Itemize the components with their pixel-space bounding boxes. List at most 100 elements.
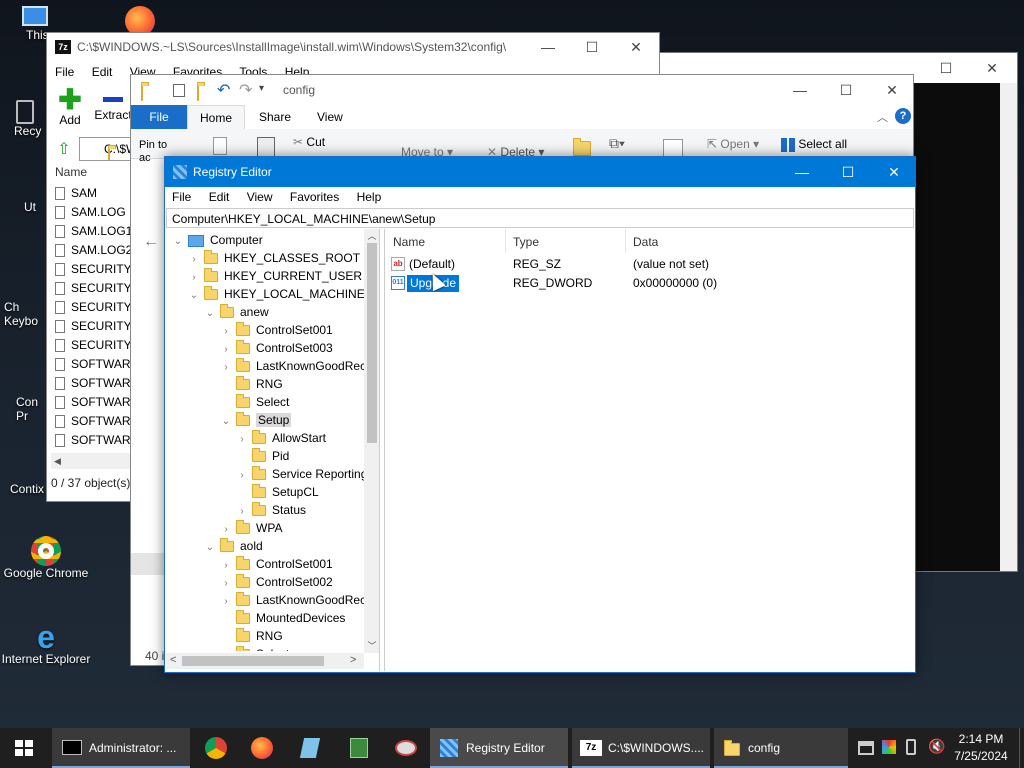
console-scrollbar[interactable] [1000,83,1017,571]
tab-home[interactable]: Home [187,105,245,130]
tree-node[interactable]: Select [166,645,289,651]
clock[interactable]: 2:14 PM 7/25/2024 [950,731,1012,765]
taskbar-firefox[interactable] [246,728,278,768]
tree-hscroll-left[interactable]: < [170,654,176,666]
column-header-name[interactable]: Name [393,235,425,249]
sevenzip-menu-file[interactable]: File [55,65,74,79]
copy-icon[interactable] [213,137,227,155]
file-row[interactable]: SECURITY.L [51,279,131,298]
tree-node[interactable]: › LastKnownGoodRec [166,357,366,375]
back-arrow-icon[interactable]: ← [143,233,159,251]
select-all-button[interactable]: Select all [781,137,847,152]
sevenzip-up-button[interactable]: ⇧ [53,139,75,161]
file-row[interactable]: SAM.LOG1 [51,222,131,241]
tree-node[interactable]: Select [166,393,289,411]
desktop-icon-contix[interactable]: Contix [0,482,50,496]
desktop-icon-utilities[interactable]: Ut [0,200,50,214]
console-maximize-button[interactable]: ☐ [923,53,969,83]
file-row[interactable]: SECURITY.S [51,336,131,355]
tree-node[interactable]: › WPA [166,519,282,537]
regedit-minimize-button[interactable]: — [779,157,825,187]
regedit-menu-edit[interactable]: Edit [209,190,230,204]
sevenzip-add-button[interactable]: ✚ Add [55,86,85,128]
tray-color-icon[interactable] [882,740,896,754]
help-icon[interactable]: ? [895,108,911,124]
regedit-menu-help[interactable]: Help [357,190,382,204]
sevenzip-minimize-button[interactable]: — [525,33,571,61]
taskbar-app-green[interactable] [342,728,374,768]
taskbar-item-sevenzip[interactable]: 7z C:\$WINDOWS.... [572,728,710,768]
show-desktop-button[interactable] [1019,728,1024,768]
cut-button[interactable]: ✂ Cut [293,135,325,149]
registry-value-row-selected[interactable]: 011 Upgrade REG_DWORD 0x00000000 (0) [385,274,914,293]
sevenzip-menu-edit[interactable]: Edit [92,65,113,79]
console-close-button[interactable]: ✕ [969,53,1015,83]
taskbar-item-regedit[interactable]: Registry Editor [430,728,568,768]
tree-vscroll-down[interactable]: ﹀ [364,639,379,653]
regedit-close-button[interactable]: ✕ [871,157,917,187]
explorer-close-button[interactable]: ✕ [869,75,915,105]
taskbar-app-tool[interactable] [390,728,422,768]
tree-node[interactable]: › HKEY_CURRENT_USER [166,267,362,285]
sevenzip-hscroll[interactable]: ◀ [51,453,131,469]
new-folder-big-icon[interactable] [573,138,591,156]
regedit-menu-file[interactable]: File [172,190,191,204]
desktop-icon-chrome[interactable]: Google Chrome [0,536,92,580]
taskbar-item-explorer[interactable]: config [714,728,848,768]
column-header-type[interactable]: Type [513,235,539,249]
redo-icon[interactable]: ↷ [239,80,252,100]
properties-big-icon[interactable]: ⧉▾ [609,135,625,152]
tree-vscroll-thumb[interactable] [367,243,377,443]
tree-node[interactable]: SetupCL [166,483,319,501]
tree-node[interactable]: › Service Reporting [166,465,366,483]
file-row[interactable]: SECURITY [51,260,131,279]
taskbar-notepad[interactable] [294,728,326,768]
column-header-data[interactable]: Data [633,235,658,249]
file-row[interactable]: SECURITY.L [51,298,131,317]
regedit-maximize-button[interactable]: ☐ [825,157,871,187]
tree-node[interactable]: ⌄ HKEY_LOCAL_MACHINE [166,285,365,303]
tree-vscroll-up[interactable]: ︿ [364,229,379,243]
file-row[interactable]: SAM.LOG2 [51,241,131,260]
file-row[interactable]: SOFTWARE [51,412,131,431]
tree-hscroll-thumb[interactable] [182,656,324,666]
tree-node[interactable]: › Status [166,501,306,519]
tab-file[interactable]: File [131,105,187,129]
sevenzip-column-name[interactable]: Name [55,165,87,179]
tree-node[interactable]: › ControlSet003 [166,339,333,357]
tray-network-icon[interactable] [858,741,874,755]
desktop-icon-console[interactable]: Con Pr [0,395,50,423]
tree-node[interactable]: › ControlSet001 [166,555,333,573]
tray-volume-icon[interactable]: 🔇 [928,738,945,755]
tree-node[interactable]: ⌄ anew [166,303,269,321]
properties-icon[interactable] [173,84,185,97]
regedit-menu-view[interactable]: View [247,190,273,204]
paste-icon[interactable] [257,137,275,157]
start-button[interactable] [0,728,50,768]
tree-node[interactable]: MountedDevices [166,609,345,627]
file-row[interactable]: SECURITY.L [51,317,131,336]
chevron-up-icon[interactable]: ︿ [877,109,888,125]
tree-hscroll-right[interactable]: > [350,654,356,666]
tree-node[interactable]: › ControlSet002 [166,573,333,591]
file-row[interactable]: SOFTWARE [51,393,131,412]
tree-node[interactable]: › AllowStart [166,429,326,447]
tree-vscroll[interactable]: ︿ ﹀ [364,229,379,653]
file-row[interactable]: SOFTWARE [51,355,131,374]
regedit-menu-favorites[interactable]: Favorites [290,190,339,204]
explorer-minimize-button[interactable]: — [777,75,823,105]
open-button[interactable]: ⇱ Open ▾ [707,137,759,151]
tray-usb-icon[interactable] [906,739,916,755]
tab-view[interactable]: View [317,105,343,129]
taskbar-item-cmd[interactable]: Administrator: ... [52,728,190,768]
tree-node[interactable]: › HKEY_CLASSES_ROOT [166,249,360,267]
tree-hscroll[interactable]: < > [166,653,364,669]
tree-node[interactable]: › ControlSet001 [166,321,333,339]
tree-node[interactable]: ⌄ Computer [166,231,263,249]
file-row[interactable]: SOFTWARE [51,374,131,393]
tree-node[interactable]: Pid [166,447,289,465]
explorer-maximize-button[interactable]: ☐ [823,75,869,105]
desktop-icon-ie[interactable]: e Internet Explorer [0,621,92,666]
sevenzip-close-button[interactable]: ✕ [613,33,659,61]
tree-node[interactable]: › LastKnownGoodRec [166,591,366,609]
